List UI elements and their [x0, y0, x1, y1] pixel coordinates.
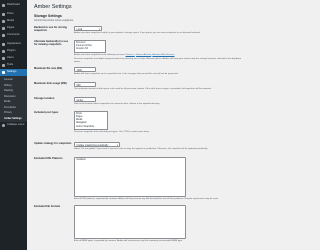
excluded-formats-label: Excluded file formats: [34, 205, 61, 208]
sidebar-item-plugins[interactable]: Plugins: [0, 48, 27, 55]
storage-location-label: Storage location: [34, 97, 55, 100]
comment-icon: [2, 34, 5, 37]
collapse-menu-button[interactable]: Collapse menu: [0, 122, 27, 129]
alternate-description-2: Preserve snapshots in multiple storage l…: [74, 57, 242, 63]
sidebar-item-settings[interactable]: Settings: [0, 69, 27, 76]
chevron-down-icon: ▾: [98, 28, 100, 31]
excluded-urls-description: A list of URL patterns, separated by com…: [74, 198, 219, 200]
sidebar-item-pages[interactable]: Pages: [0, 25, 27, 32]
post-types-description: Preserve snapshots from selected post ty…: [74, 131, 150, 134]
brush-icon: [2, 43, 5, 46]
max-disk-input[interactable]: 500: [74, 82, 96, 87]
excluded-urls-textarea[interactable]: localhost: [74, 157, 186, 197]
storage-location-description: Path to the location where snapshots are…: [74, 103, 160, 105]
section-title: Storage Settings: [34, 14, 62, 18]
alternate-label: Alternate backend(s) to use for viewing …: [34, 40, 69, 47]
backend-description: Amber can store snapshots locally, in yo…: [74, 32, 201, 34]
admin-sidebar: Dashboard Posts Media Pages Comments App…: [0, 0, 27, 250]
aws-link[interactable]: Amazon Web Services: [152, 54, 174, 56]
update-strategy-select[interactable]: Update snapshots periodically ▾: [74, 142, 120, 147]
backend-select[interactable]: Local ▾: [74, 26, 102, 31]
plugin-icon: [2, 50, 5, 53]
alternate-option[interactable]: Amazon S3: [76, 48, 104, 51]
sidebar-item-users[interactable]: Users: [0, 55, 27, 62]
post-types-list[interactable]: Posts Pages Media Navigation Amber Snaps…: [74, 111, 108, 131]
perma-link[interactable]: Perma.cc: [126, 54, 135, 56]
page-icon: [2, 27, 5, 30]
update-strategy-description: Select "Do not update" if you want to pr…: [74, 148, 208, 150]
excluded-formats-textarea[interactable]: [74, 205, 186, 239]
wrench-icon: [2, 64, 5, 67]
max-disk-description: The maximum amount of disk space to be u…: [74, 88, 212, 90]
sidebar-item-tools[interactable]: Tools: [0, 62, 27, 69]
max-file-input[interactable]: 1000: [74, 67, 96, 72]
dashboard-icon: [2, 4, 5, 7]
media-icon: [2, 20, 5, 23]
sidebar-item-appearance[interactable]: Appearance: [0, 41, 27, 48]
sidebar-item-comments[interactable]: Comments: [0, 32, 27, 39]
alternate-backend-list[interactable]: Perma.cc Internet Archive Amazon S3: [74, 40, 106, 53]
pin-icon: [2, 13, 5, 16]
sidebar-item-posts[interactable]: Posts: [0, 11, 27, 18]
post-type-option[interactable]: Amber Snapshots: [76, 126, 106, 129]
update-strategy-label: Update strategy for snapshots: [34, 142, 72, 145]
section-description: Control how Amber stores snapshots.: [34, 19, 74, 22]
max-disk-label: Maximum disk usage (MB): [34, 82, 67, 85]
alternate-description: Amber can store snapshots in the followi…: [74, 53, 175, 56]
max-file-description: Amber will store snapshots up to a speci…: [74, 73, 179, 75]
max-file-label: Maximum file size (KB): [34, 67, 63, 70]
storage-location-input[interactable]: amber: [74, 97, 96, 102]
page-title: Amber Settings: [34, 4, 72, 10]
excluded-urls-label: Excluded URL Patterns: [34, 157, 63, 160]
post-types-label: Included post types: [34, 111, 59, 114]
user-icon: [2, 57, 5, 60]
internet-archive-link[interactable]: Internet Archive: [136, 54, 151, 56]
excluded-formats-description: A list of MIME types, separated by comma…: [74, 240, 183, 242]
collapse-icon: [2, 124, 5, 127]
sidebar-item-media[interactable]: Media: [0, 18, 27, 25]
main-content: Amber Settings Storage Settings Control …: [27, 0, 250, 250]
settings-icon: [2, 71, 5, 74]
submenu-amber-settings[interactable]: Amber Settings: [0, 116, 27, 122]
sidebar-item-dashboard[interactable]: Dashboard: [0, 2, 27, 9]
settings-submenu: General Writing Reading Discussion Media…: [0, 76, 27, 122]
chevron-down-icon: ▾: [116, 144, 118, 147]
backend-label: Backend to use for storing snapshots: [34, 26, 67, 33]
